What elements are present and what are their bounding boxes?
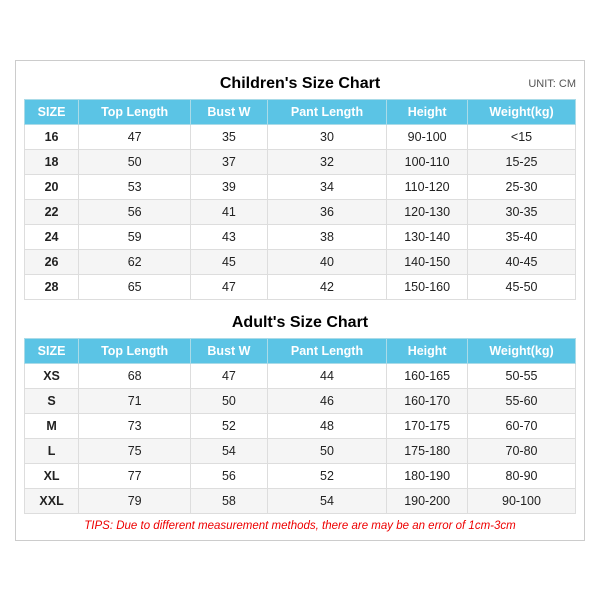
col-top-length-adult: Top Length <box>79 338 191 363</box>
table-row: 28654742150-16045-50 <box>25 274 576 299</box>
table-row: 22564136120-13030-35 <box>25 199 576 224</box>
adult-table-body: XS684744160-16550-55S715046160-17055-60M… <box>25 363 576 513</box>
col-bust-w: Bust W <box>191 99 268 124</box>
table-row: L755450175-18070-80 <box>25 438 576 463</box>
table-row: 20533934110-12025-30 <box>25 174 576 199</box>
col-top-length: Top Length <box>79 99 191 124</box>
col-size: SIZE <box>25 99 79 124</box>
col-height-adult: Height <box>387 338 468 363</box>
children-title: Children's Size Chart <box>220 75 380 93</box>
adult-table-header: SIZE Top Length Bust W Pant Length Heigh… <box>25 338 576 363</box>
adult-size-table: SIZE Top Length Bust W Pant Length Heigh… <box>24 338 576 514</box>
col-weight-adult: Weight(kg) <box>468 338 576 363</box>
children-title-row: Children's Size Chart UNIT: CM <box>24 69 576 99</box>
children-size-table: SIZE Top Length Bust W Pant Length Heigh… <box>24 99 576 300</box>
adult-section: Adult's Size Chart SIZE Top Length Bust … <box>24 308 576 514</box>
adult-title: Adult's Size Chart <box>232 314 368 332</box>
children-header-row: SIZE Top Length Bust W Pant Length Heigh… <box>25 99 576 124</box>
col-bust-w-adult: Bust W <box>191 338 268 363</box>
col-size-adult: SIZE <box>25 338 79 363</box>
table-row: XL775652180-19080-90 <box>25 463 576 488</box>
size-chart-container: Children's Size Chart UNIT: CM SIZE Top … <box>15 60 585 541</box>
unit-label: UNIT: CM <box>528 78 576 90</box>
table-row: 1647353090-100<15 <box>25 124 576 149</box>
adult-header-row: SIZE Top Length Bust W Pant Length Heigh… <box>25 338 576 363</box>
table-row: XXL795854190-20090-100 <box>25 488 576 513</box>
table-row: XS684744160-16550-55 <box>25 363 576 388</box>
col-pant-length-adult: Pant Length <box>267 338 387 363</box>
table-row: 18503732100-11015-25 <box>25 149 576 174</box>
children-table-body: 1647353090-100<1518503732100-11015-25205… <box>25 124 576 299</box>
col-pant-length: Pant Length <box>267 99 387 124</box>
table-row: 24594338130-14035-40 <box>25 224 576 249</box>
table-row: 26624540140-15040-45 <box>25 249 576 274</box>
adult-title-row: Adult's Size Chart <box>24 308 576 338</box>
table-row: S715046160-17055-60 <box>25 388 576 413</box>
col-height: Height <box>387 99 468 124</box>
col-weight: Weight(kg) <box>468 99 576 124</box>
table-row: M735248170-17560-70 <box>25 413 576 438</box>
children-table-header: SIZE Top Length Bust W Pant Length Heigh… <box>25 99 576 124</box>
tips-text: TIPS: Due to different measurement metho… <box>24 520 576 532</box>
